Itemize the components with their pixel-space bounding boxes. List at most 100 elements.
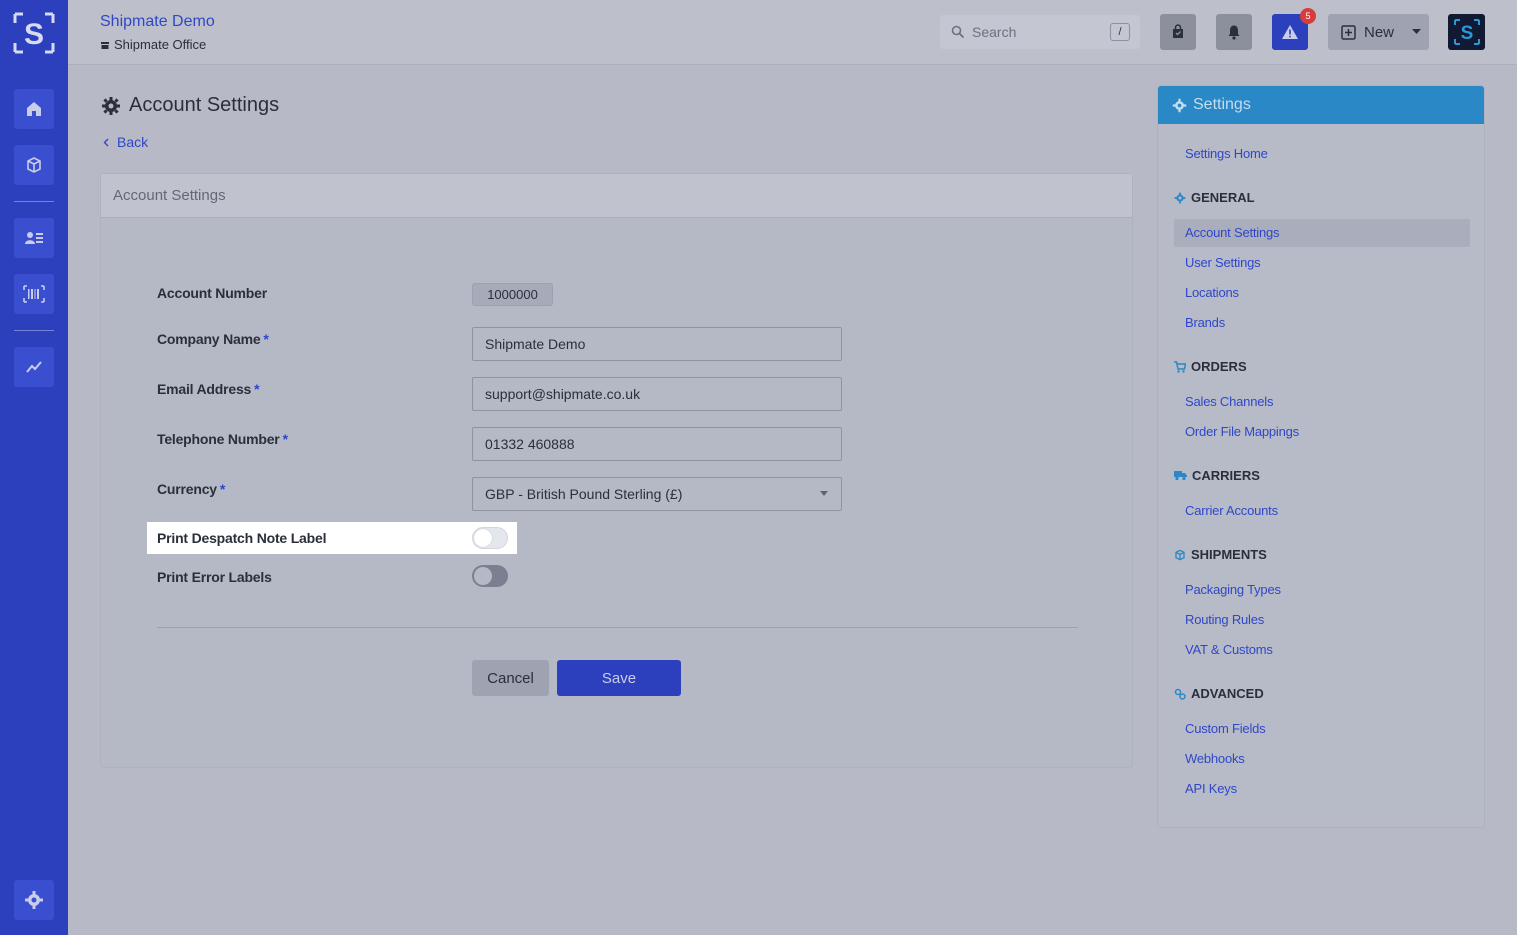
despatch-note-row: Print Despatch Note Label	[147, 522, 517, 554]
nav-order-file-mappings[interactable]: Order File Mappings	[1185, 424, 1299, 439]
section-general-heading: GENERAL	[1191, 190, 1255, 205]
plus-square-icon	[1341, 24, 1356, 40]
nav-divider	[14, 330, 54, 331]
telephone-field[interactable]: 01332 460888	[472, 427, 842, 461]
section-general: GENERAL	[1174, 190, 1255, 205]
account-number-value: 1000000	[472, 283, 553, 306]
new-button[interactable]: New	[1328, 14, 1429, 50]
nav-contacts[interactable]	[14, 218, 54, 258]
sidebar: S	[0, 0, 68, 935]
account-menu-button[interactable]: S	[1448, 14, 1485, 50]
section-advanced: ADVANCED	[1174, 686, 1264, 701]
nav-home[interactable]	[14, 89, 54, 129]
back-link-label: Back	[117, 134, 149, 150]
bell-icon	[1228, 25, 1240, 40]
gears-icon	[1174, 688, 1186, 700]
search-placeholder: Search	[972, 24, 1017, 40]
nav-vat-customs[interactable]: VAT & Customs	[1185, 642, 1273, 657]
nav-webhooks[interactable]: Webhooks	[1185, 751, 1245, 766]
card-header: Account Settings	[101, 174, 1132, 218]
office-label[interactable]: Shipmate Office	[100, 37, 206, 52]
required-marker: *	[254, 381, 260, 397]
chevron-down-icon	[1412, 29, 1422, 34]
home-icon	[27, 102, 41, 116]
nav-account-settings[interactable]: Account Settings	[1185, 225, 1280, 240]
nav-routing-rules[interactable]: Routing Rules	[1185, 612, 1264, 627]
search-icon	[951, 25, 965, 39]
barcode-icon	[23, 285, 45, 303]
nav-barcode[interactable]	[14, 274, 54, 314]
shipmate-logo[interactable]: S	[13, 12, 55, 54]
currency-select[interactable]: GBP - British Pound Sterling (£)	[472, 477, 842, 511]
nav-carrier-accounts[interactable]: Carrier Accounts	[1185, 503, 1278, 518]
page-title-text: Account Settings	[129, 94, 280, 116]
contacts-icon	[25, 232, 43, 244]
company-name-field[interactable]: Shipmate Demo	[472, 327, 842, 361]
new-button-label: New	[1364, 23, 1395, 41]
nav-api-keys[interactable]: API Keys	[1185, 781, 1237, 796]
settings-home-link[interactable]: Settings Home	[1185, 146, 1268, 161]
currency-label: Currency *	[157, 481, 225, 497]
account-title[interactable]: Shipmate Demo	[100, 13, 215, 31]
gear-icon	[1174, 192, 1186, 203]
required-marker: *	[282, 431, 288, 447]
email-label-text: Email Address	[157, 381, 252, 397]
gear-icon	[1172, 98, 1187, 112]
company-name-label-text: Company Name	[157, 331, 261, 347]
nav-custom-fields[interactable]: Custom Fields	[1185, 721, 1266, 736]
truck-icon	[1174, 471, 1187, 481]
chevron-down-icon	[820, 491, 828, 496]
email-field[interactable]: support@shipmate.co.uk	[472, 377, 842, 411]
chevron-left-icon	[103, 138, 109, 146]
telephone-label: Telephone Number *	[157, 431, 288, 447]
settings-nav-panel: Settings Settings Home GENERAL Account S…	[1157, 85, 1485, 828]
nav-packaging-types[interactable]: Packaging Types	[1185, 582, 1281, 597]
toggle-knob	[474, 529, 492, 547]
box-icon	[27, 157, 41, 173]
nav-sales-channels[interactable]: Sales Channels	[1185, 394, 1273, 409]
shipmate-brand-icon: S	[1453, 19, 1480, 45]
save-button[interactable]: Save	[557, 660, 681, 696]
nav-settings[interactable]	[14, 880, 54, 920]
page-title: Account Settings	[101, 94, 279, 117]
gear-icon	[102, 96, 120, 115]
chart-icon	[26, 361, 42, 373]
section-orders-heading: ORDERS	[1191, 359, 1247, 374]
back-link[interactable]: Back	[103, 134, 148, 150]
alert-icon	[1282, 25, 1298, 39]
alerts-button[interactable]: 5	[1272, 8, 1316, 50]
nav-locations[interactable]: Locations	[1185, 285, 1239, 300]
top-bar: Shipmate Demo Shipmate Office Search / 5…	[68, 0, 1517, 65]
section-advanced-heading: ADVANCED	[1191, 686, 1264, 701]
bag-button[interactable]	[1160, 14, 1196, 50]
box-icon	[1175, 549, 1185, 560]
section-carriers: CARRIERS	[1174, 468, 1260, 483]
section-shipments: SHIPMENTS	[1174, 547, 1267, 562]
telephone-label-text: Telephone Number	[157, 431, 280, 447]
cancel-button[interactable]: Cancel	[472, 660, 549, 696]
alert-count-badge: 5	[1300, 8, 1316, 24]
nav-orders[interactable]	[14, 145, 54, 185]
nav-brands[interactable]: Brands	[1185, 315, 1225, 330]
currency-label-text: Currency	[157, 481, 217, 497]
nav-user-settings[interactable]: User Settings	[1185, 255, 1261, 270]
office-name: Shipmate Office	[114, 37, 207, 52]
currency-selected-value: GBP - British Pound Sterling (£)	[485, 486, 683, 502]
required-marker: *	[219, 481, 226, 497]
settings-panel-title: Settings	[1193, 96, 1251, 113]
svg-text:S: S	[1460, 23, 1473, 44]
despatch-note-toggle[interactable]	[472, 527, 508, 549]
account-settings-card: Account Settings Account Number 1000000 …	[100, 173, 1133, 768]
search-shortcut-hint: /	[1110, 23, 1130, 41]
form-divider	[157, 627, 1078, 628]
svg-text:S: S	[24, 18, 44, 51]
cart-icon	[1174, 360, 1186, 373]
settings-panel-header: Settings	[1158, 86, 1484, 124]
nav-reports[interactable]	[14, 347, 54, 387]
notifications-button[interactable]	[1216, 14, 1252, 50]
error-labels-toggle[interactable]	[472, 565, 508, 587]
search-input[interactable]: Search /	[940, 15, 1140, 49]
despatch-note-label: Print Despatch Note Label	[157, 530, 327, 546]
bag-icon	[1173, 24, 1183, 38]
gear-icon	[25, 891, 43, 909]
